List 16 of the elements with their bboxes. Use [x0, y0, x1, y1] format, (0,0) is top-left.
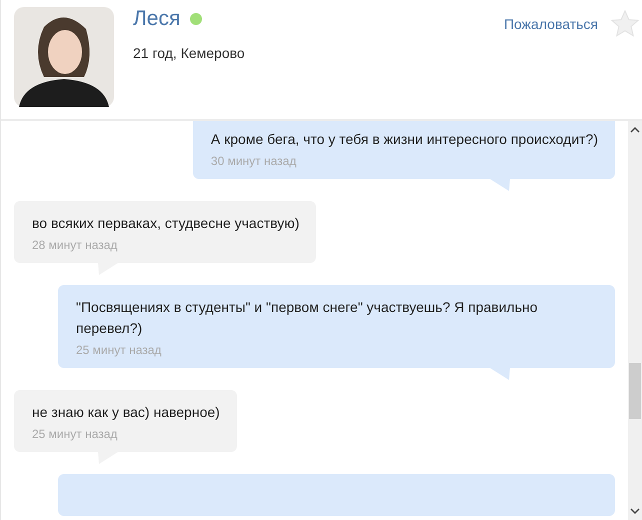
message-time: 28 минут назад	[32, 237, 118, 253]
message-text: "Посвящениях в студенты" и "первом снеге" участвуешь? Я правильно перевел?)	[76, 298, 539, 338]
scroll-down-icon[interactable]	[630, 508, 640, 514]
report-link[interactable]: Пожаловаться	[504, 16, 598, 32]
message-text: во всяких перваках, студвесне участвую)	[32, 214, 300, 233]
star-icon[interactable]	[610, 9, 640, 39]
scroll-thumb[interactable]	[629, 363, 641, 419]
scrollbar[interactable]	[628, 121, 642, 520]
user-name[interactable]: Леся	[133, 7, 180, 31]
scroll-up-icon[interactable]	[630, 127, 640, 133]
message-text: не знаю как у вас) наверное)	[32, 403, 220, 422]
message-time: 30 минут назад	[210, 153, 298, 169]
message-time: 25 минут назад	[32, 426, 118, 442]
user-details: 21 год, Кемерово	[133, 45, 246, 61]
message-time: 25 минут назад	[76, 342, 162, 358]
message-text: А кроме бега, что у тебя в жизни интересного происходит?)	[210, 130, 598, 149]
